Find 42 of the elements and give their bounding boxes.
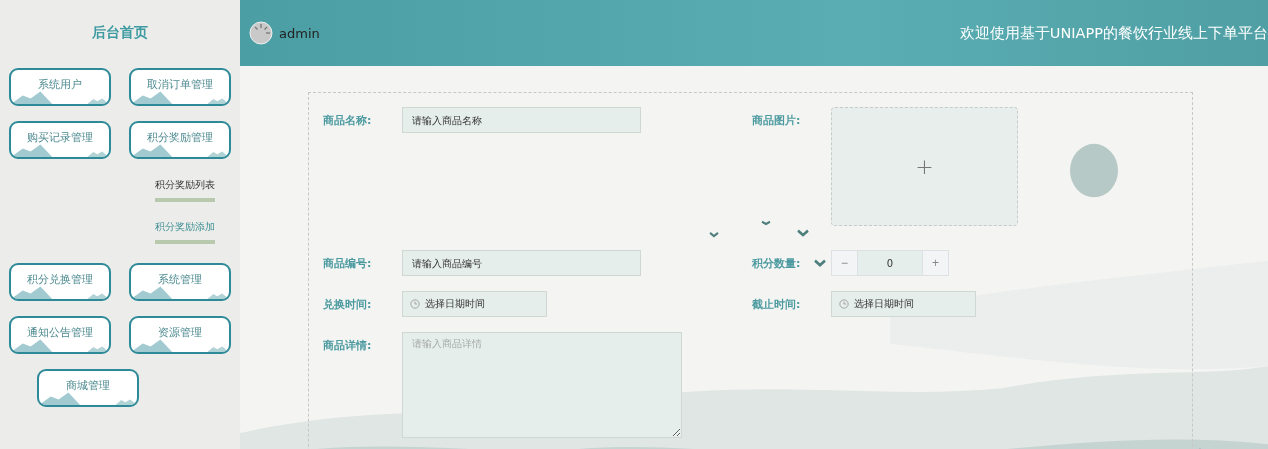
- field-label: 积分数量:: [752, 256, 802, 271]
- mountain-icon: [11, 338, 109, 352]
- menu-item[interactable]: 系统用户: [9, 68, 111, 106]
- field-label: 兑换时间:: [323, 297, 373, 312]
- menu-item[interactable]: 商城管理: [37, 369, 139, 407]
- menu-item[interactable]: 积分奖励管理: [129, 121, 231, 159]
- clock-icon: [410, 299, 420, 309]
- input-field[interactable]: 请输入商品编号: [402, 250, 641, 276]
- field-label: 商品详情:: [323, 338, 373, 353]
- mountain-icon: [11, 90, 109, 104]
- mountain-icon: [11, 143, 109, 157]
- date-time-field[interactable]: 选择日期时间: [831, 291, 976, 317]
- username[interactable]: admin: [279, 25, 320, 41]
- submenu-item[interactable]: 积分奖励添加: [155, 220, 215, 244]
- menu-item[interactable]: 积分兑换管理: [9, 263, 111, 301]
- menu-item[interactable]: 系统管理: [129, 263, 231, 301]
- decrement-button[interactable]: −: [831, 250, 858, 276]
- field-label: 商品名称:: [323, 113, 373, 128]
- field-label: 商品编号:: [323, 256, 373, 271]
- clock-icon: [839, 299, 849, 309]
- input-field[interactable]: 请输入商品名称: [402, 107, 641, 133]
- mountain-icon: [11, 285, 109, 299]
- mountain-icon: [131, 338, 229, 352]
- mountain-icon: [131, 285, 229, 299]
- mountain-icon: [131, 143, 229, 157]
- submenu-item[interactable]: 积分奖励列表: [155, 178, 215, 202]
- field-label: 商品图片:: [752, 113, 802, 128]
- field-label: 截止时间:: [752, 297, 802, 312]
- image-upload[interactable]: +: [831, 107, 1018, 226]
- number-field[interactable]: 0: [858, 250, 922, 276]
- mountain-icon: [39, 391, 137, 405]
- header-title: 欢迎使用基于UNIAPP的餐饮行业线上下单平台: [959, 23, 1268, 43]
- date-time-field[interactable]: 选择日期时间: [402, 291, 547, 317]
- menu-item[interactable]: 资源管理: [129, 316, 231, 354]
- plus-icon: +: [915, 154, 934, 179]
- sidebar-title[interactable]: 后台首页: [92, 24, 148, 42]
- menu-item[interactable]: 购买记录管理: [9, 121, 111, 159]
- increment-button[interactable]: +: [922, 250, 949, 276]
- avatar-icon[interactable]: [249, 21, 273, 45]
- mountain-icon: [131, 90, 229, 104]
- menu-item[interactable]: 通知公告管理: [9, 316, 111, 354]
- menu-item[interactable]: 取消订单管理: [129, 68, 231, 106]
